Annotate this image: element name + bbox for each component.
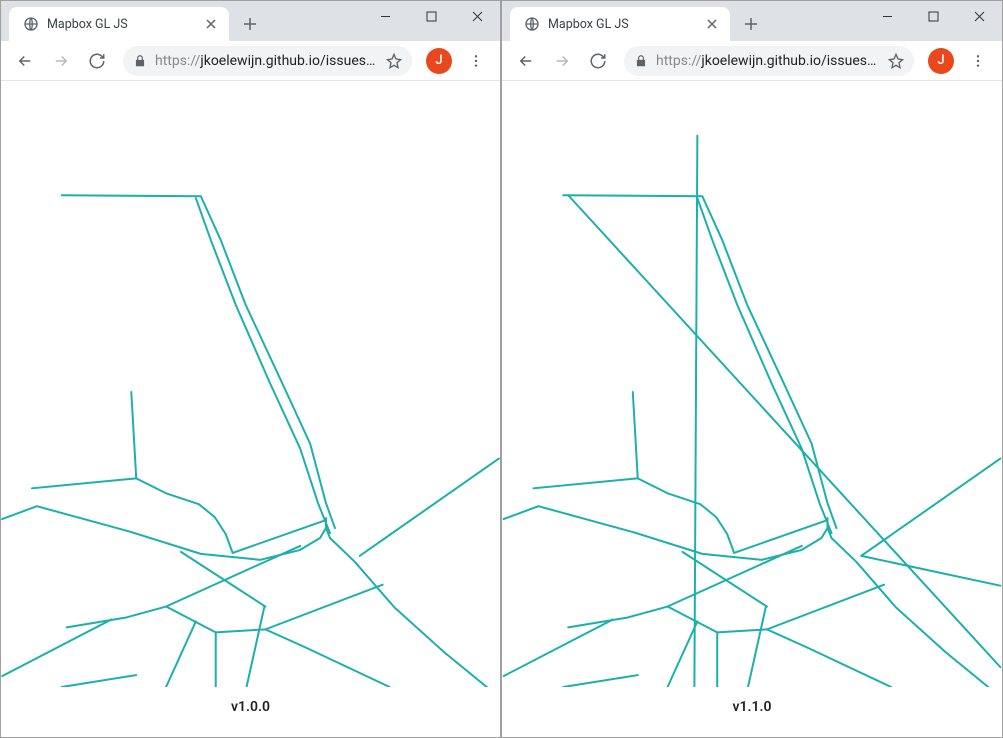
- maximize-button[interactable]: [408, 1, 454, 31]
- lock-icon: [634, 54, 648, 68]
- titlebar: Mapbox GL JS: [1, 1, 500, 41]
- profile-avatar[interactable]: J: [426, 48, 452, 74]
- tab-title: Mapbox GL JS: [548, 17, 696, 32]
- globe-icon: [23, 16, 39, 32]
- window-controls: [362, 1, 500, 31]
- kebab-menu-icon[interactable]: [460, 45, 492, 77]
- titlebar: Mapbox GL JS: [502, 1, 1002, 41]
- toolbar: https://jkoelewijn.github.io/issues/ma..…: [1, 41, 500, 81]
- close-window-button[interactable]: [956, 1, 1002, 31]
- map-canvas[interactable]: [1, 81, 500, 687]
- new-tab-button[interactable]: [237, 11, 263, 37]
- minimize-button[interactable]: [362, 1, 408, 31]
- address-bar[interactable]: https://jkoelewijn.github.io/issues/ma..…: [624, 46, 914, 76]
- version-label: v1.0.0: [1, 687, 500, 733]
- browser-window-left: Mapbox GL JS: [0, 0, 501, 738]
- address-bar[interactable]: https://jkoelewijn.github.io/issues/ma..…: [123, 46, 412, 76]
- window-controls: [864, 1, 1002, 31]
- reload-button[interactable]: [582, 45, 614, 77]
- bookmark-star-icon[interactable]: [888, 53, 904, 69]
- tab-title: Mapbox GL JS: [47, 17, 195, 32]
- maximize-button[interactable]: [910, 1, 956, 31]
- back-button[interactable]: [9, 45, 41, 77]
- globe-icon: [524, 16, 540, 32]
- lock-icon: [133, 54, 147, 68]
- page-content: v1.1.0: [502, 81, 1002, 737]
- minimize-button[interactable]: [864, 1, 910, 31]
- url-text: https://jkoelewijn.github.io/issues/ma..…: [155, 53, 378, 69]
- profile-avatar[interactable]: J: [928, 48, 954, 74]
- reload-button[interactable]: [81, 45, 113, 77]
- browser-tab[interactable]: Mapbox GL JS: [510, 7, 730, 41]
- toolbar: https://jkoelewijn.github.io/issues/ma..…: [502, 41, 1002, 81]
- bookmark-star-icon[interactable]: [386, 53, 402, 69]
- url-text: https://jkoelewijn.github.io/issues/ma..…: [656, 53, 880, 69]
- browser-window-right: Mapbox GL JS: [501, 0, 1003, 738]
- map-canvas[interactable]: [502, 81, 1002, 687]
- close-tab-icon[interactable]: [203, 16, 219, 32]
- version-label: v1.1.0: [502, 687, 1002, 733]
- page-content: v1.0.0: [1, 81, 500, 737]
- forward-button[interactable]: [546, 45, 578, 77]
- back-button[interactable]: [510, 45, 542, 77]
- close-window-button[interactable]: [454, 1, 500, 31]
- new-tab-button[interactable]: [738, 11, 764, 37]
- browser-tab[interactable]: Mapbox GL JS: [9, 7, 229, 41]
- kebab-menu-icon[interactable]: [962, 45, 994, 77]
- close-tab-icon[interactable]: [704, 16, 720, 32]
- forward-button[interactable]: [45, 45, 77, 77]
